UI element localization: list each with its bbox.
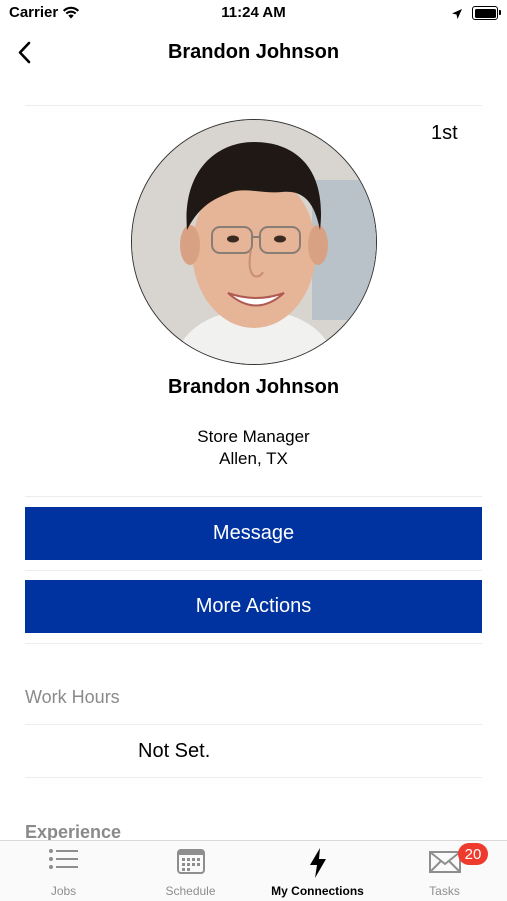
divider xyxy=(25,777,482,778)
job-title: Store Manager xyxy=(197,427,310,446)
mail-icon xyxy=(381,847,507,877)
location: Allen, TX xyxy=(219,449,288,468)
location-arrow-icon xyxy=(451,7,463,25)
avatar xyxy=(131,119,377,365)
tab-tasks[interactable]: Tasks xyxy=(381,841,507,901)
profile-name: Brandon Johnson xyxy=(167,376,340,398)
battery-icon xyxy=(472,6,501,20)
tasks-badge: 20 xyxy=(458,843,488,865)
divider xyxy=(25,496,482,497)
tab-label: Jobs xyxy=(50,884,77,898)
status-bar: Carrier 11:24 AM xyxy=(0,0,507,28)
divider xyxy=(25,643,482,644)
divider xyxy=(25,724,482,725)
tab-jobs[interactable]: Jobs xyxy=(0,841,127,901)
message-button[interactable]: Message xyxy=(25,507,482,560)
more-actions-button[interactable]: More Actions xyxy=(25,580,482,633)
tab-label: Schedule xyxy=(165,884,216,898)
work-hours-label: Work Hours xyxy=(25,687,120,707)
list-icon xyxy=(0,847,127,877)
clock-time: 11:24 AM xyxy=(221,4,286,21)
connection-degree: 1st xyxy=(431,122,458,144)
work-hours-value: Not Set. xyxy=(138,740,211,762)
page-title: Brandon Johnson xyxy=(167,41,340,63)
divider xyxy=(25,570,482,571)
calendar-icon xyxy=(127,847,254,877)
divider xyxy=(25,105,482,106)
tab-schedule[interactable]: Schedule xyxy=(127,841,254,901)
tab-bar: Jobs Schedule My Connections Tasks xyxy=(0,840,507,901)
tab-label: My Connections xyxy=(271,884,364,898)
lightning-icon xyxy=(254,847,381,878)
navigation-bar: Brandon Johnson xyxy=(0,28,507,78)
tab-my-connections[interactable]: My Connections xyxy=(254,841,381,901)
tab-label: Tasks xyxy=(429,884,460,898)
